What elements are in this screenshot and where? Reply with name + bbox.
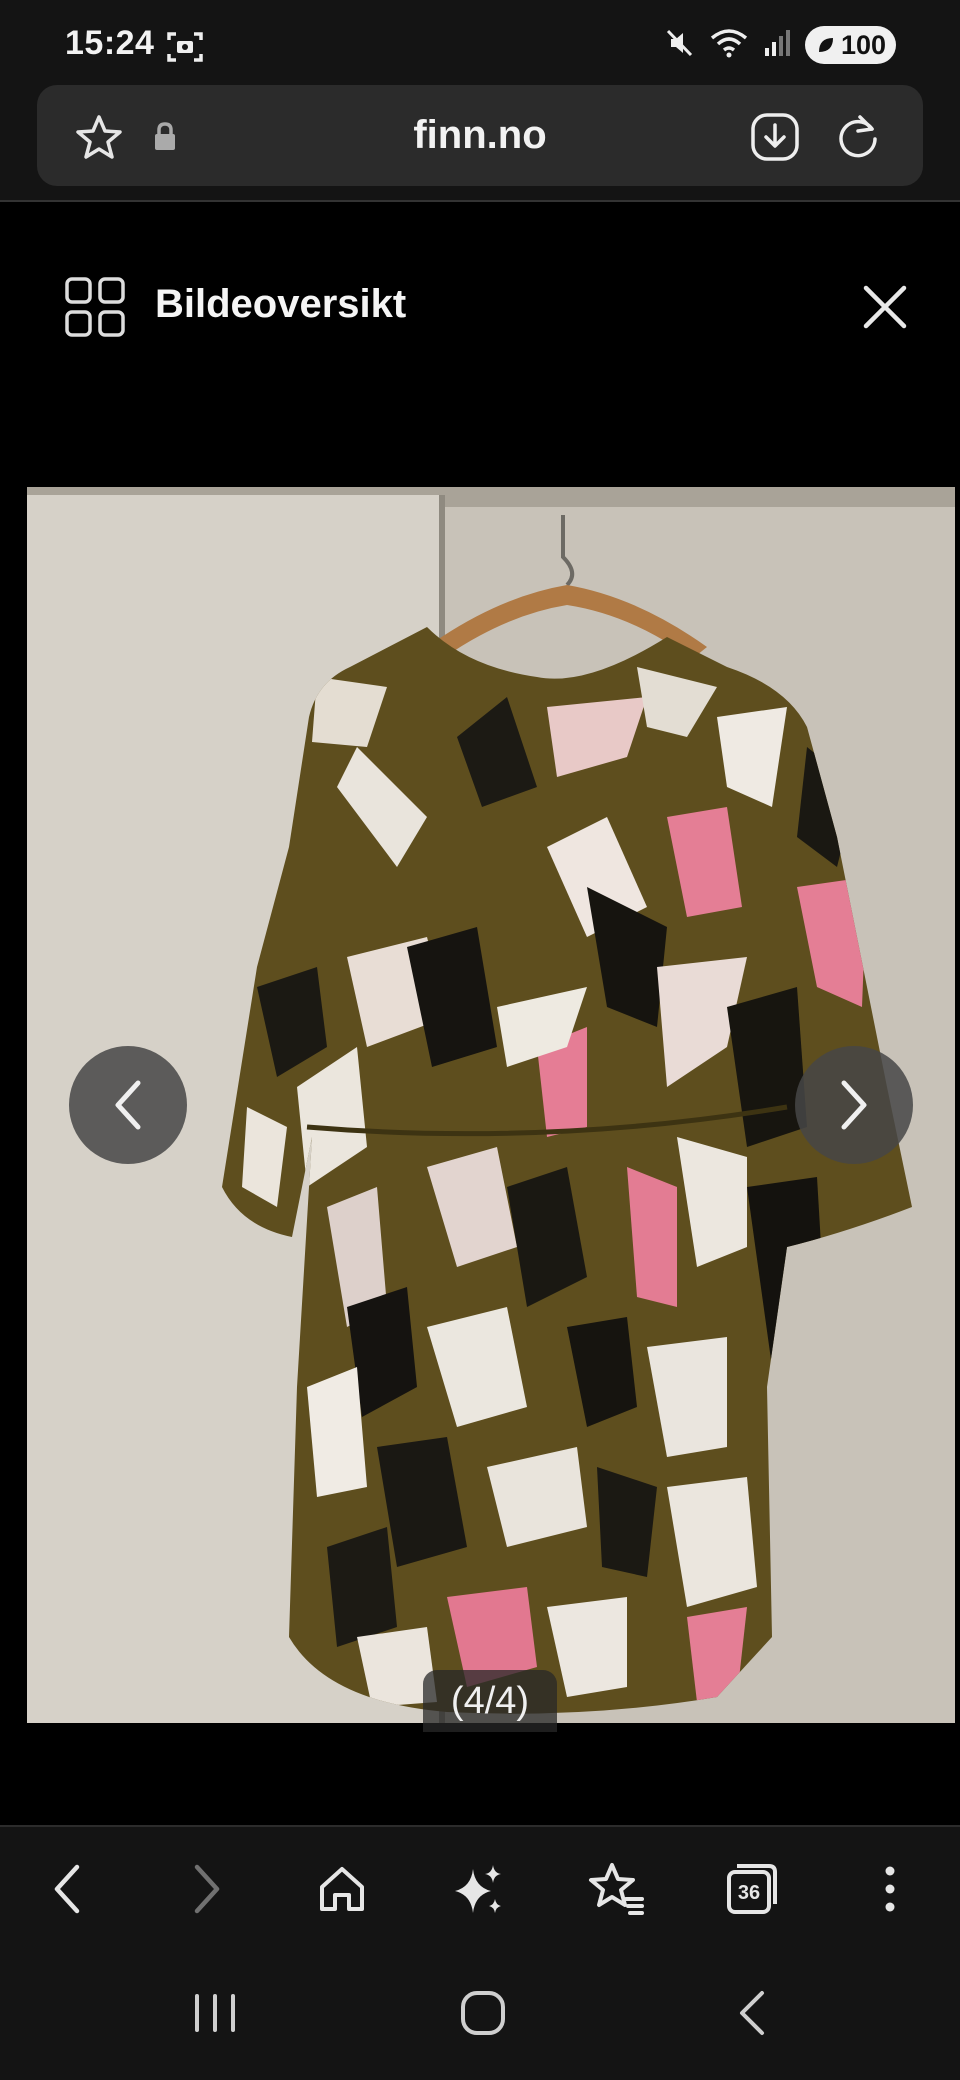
close-icon[interactable] xyxy=(858,280,912,334)
url-bar[interactable]: finn.no xyxy=(37,85,923,186)
screenshot-icon xyxy=(166,30,204,69)
recents-button[interactable] xyxy=(183,1981,247,2045)
gallery-title[interactable]: Bildeoversikt xyxy=(155,282,406,327)
system-back-button[interactable] xyxy=(720,1981,784,2045)
battery-level: 100 xyxy=(840,29,886,60)
forward-icon xyxy=(194,1864,220,1914)
battery-leaf-icon xyxy=(818,38,833,52)
status-time: 15:24 xyxy=(65,24,155,62)
home-circle-icon xyxy=(461,1991,505,2035)
tabs-button[interactable]: 36 xyxy=(720,1857,784,1921)
status-bar: 15:24 100 xyxy=(0,0,960,84)
home-icon xyxy=(320,1867,364,1911)
gallery-header: Bildeoversikt xyxy=(0,202,960,442)
sparkle-icon xyxy=(455,1865,501,1913)
wifi-icon xyxy=(709,27,749,64)
back-icon xyxy=(54,1864,80,1914)
tab-count: 36 xyxy=(738,1882,760,1904)
more-icon xyxy=(885,1866,895,1912)
next-image-button[interactable] xyxy=(795,1046,913,1164)
system-navigation-bar xyxy=(0,1947,960,2080)
previous-image-button[interactable] xyxy=(69,1046,187,1164)
more-button[interactable] xyxy=(858,1857,922,1921)
back-chevron-icon xyxy=(740,1991,764,2035)
reload-icon[interactable] xyxy=(832,111,884,168)
tabs-icon: 36 xyxy=(727,1864,777,1914)
image-counter: (4/4) xyxy=(423,1670,557,1732)
grid-icon[interactable] xyxy=(64,276,126,343)
browser-top-bar: finn.no xyxy=(0,84,960,200)
chevron-left-icon xyxy=(115,1080,141,1130)
bookmarks-icon xyxy=(589,1863,644,1915)
chevron-right-icon xyxy=(841,1080,867,1130)
recents-icon xyxy=(195,1994,235,2032)
ai-assist-button[interactable] xyxy=(447,1857,511,1921)
forward-button[interactable] xyxy=(175,1857,239,1921)
status-icons: 100 xyxy=(663,26,896,64)
signal-icon xyxy=(763,28,791,63)
home-button[interactable] xyxy=(310,1857,374,1921)
browser-bottom-toolbar: 36 xyxy=(0,1825,960,1947)
back-button[interactable] xyxy=(35,1857,99,1921)
system-home-button[interactable] xyxy=(451,1981,515,2045)
bookmarks-button[interactable] xyxy=(585,1857,649,1921)
mute-icon xyxy=(663,27,695,64)
battery-indicator: 100 xyxy=(804,26,896,64)
download-icon[interactable] xyxy=(749,111,801,168)
